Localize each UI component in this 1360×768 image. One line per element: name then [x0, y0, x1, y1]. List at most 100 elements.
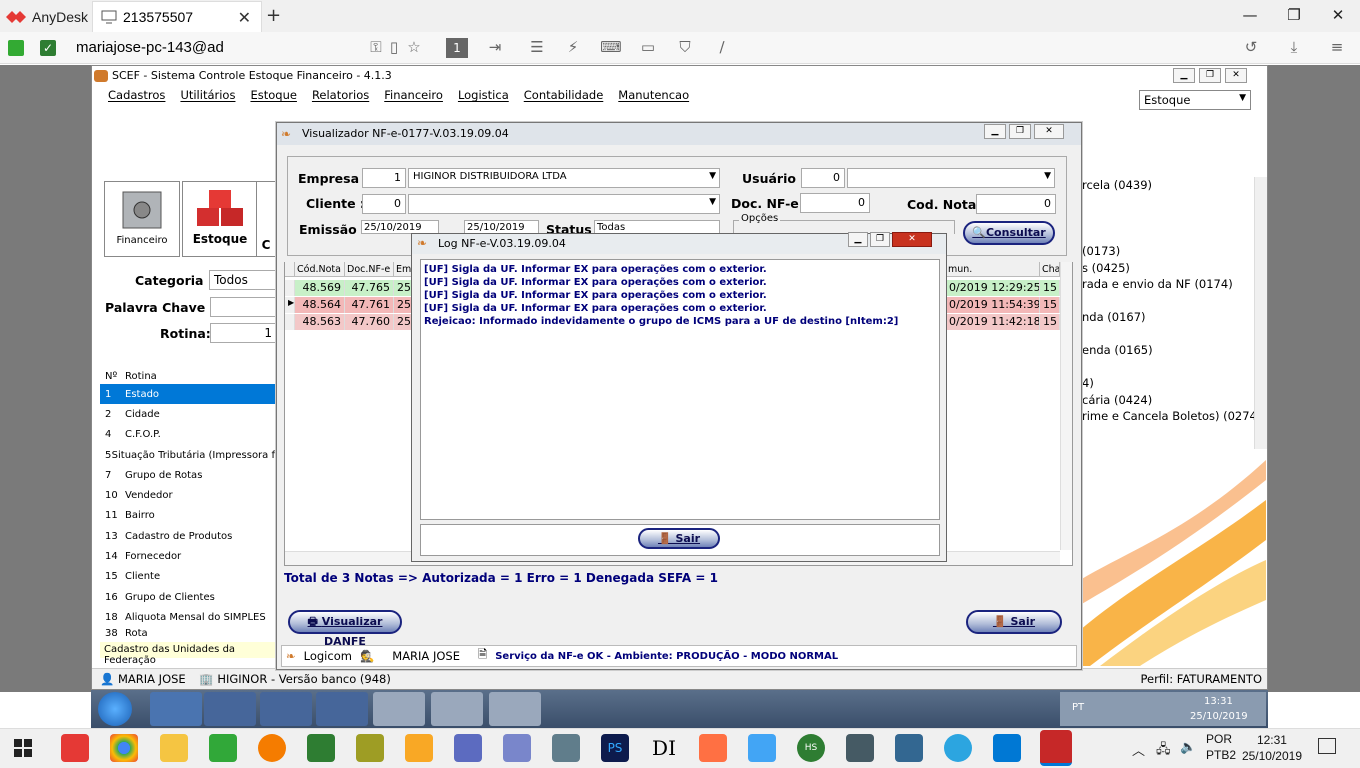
app11-taskbar-icon[interactable]	[846, 734, 874, 762]
postgres-taskbar-icon[interactable]	[895, 734, 923, 762]
list-item[interactable]: 4 C.F.O.P.	[100, 425, 275, 445]
list-item[interactable]: 13 Cadastro de Produtos	[100, 526, 275, 546]
remote-scef-icon[interactable]	[373, 692, 425, 726]
session-tab[interactable]: 213575507 ✕	[92, 1, 262, 32]
list-item[interactable]: 18 Aliquota Mensal do SIMPLES	[100, 607, 275, 627]
list-item[interactable]: 2 Cidade	[100, 404, 275, 424]
list-item[interactable]: 5 Situação Tributária (Impressora f	[100, 445, 275, 465]
list-item[interactable]: 11 Bairro	[100, 506, 275, 526]
codnota-input[interactable]: 0	[976, 194, 1056, 214]
financeiro-button[interactable]: Financeiro	[104, 181, 180, 257]
usuario-code-input[interactable]: 0	[801, 168, 845, 188]
chat-icon[interactable]: ☰	[526, 38, 548, 58]
third-module-button[interactable]: C	[256, 181, 276, 257]
list-item[interactable]: 7 Grupo de Rotas	[100, 465, 275, 485]
download-icon[interactable]: ⤓	[1283, 38, 1305, 58]
file-icon[interactable]: ▯	[383, 38, 405, 58]
grid-header-docnfe[interactable]: Doc.NF-e	[345, 262, 394, 277]
remote-start-button[interactable]	[98, 692, 132, 726]
list-item[interactable]: 15 Cliente	[100, 567, 275, 587]
menu-cadastros[interactable]: Cadastros	[108, 88, 165, 110]
list-item[interactable]: 1 Estado	[100, 384, 275, 405]
vscode-taskbar-icon[interactable]	[993, 734, 1021, 762]
history-icon[interactable]: ↺	[1240, 38, 1262, 58]
photoshop-taskbar-icon[interactable]: PS	[601, 734, 629, 762]
empresa-code-input[interactable]: 1	[362, 168, 406, 188]
right-list-item[interactable]: 4)	[1082, 375, 1261, 392]
log-messages[interactable]: [UF] Sigla da UF. Informar EX para opera…	[420, 259, 940, 520]
menu-contabilidade[interactable]: Contabilidade	[524, 88, 604, 110]
right-list-item[interactable]: enda (0165)	[1082, 342, 1261, 359]
menu-icon[interactable]: ≡	[1326, 38, 1348, 58]
new-tab-button[interactable]: +	[266, 5, 281, 26]
scef-restore-icon[interactable]: ❐	[1199, 68, 1221, 83]
scef-minimize-icon[interactable]: ▁	[1173, 68, 1195, 83]
volume-icon[interactable]: 🔈	[1180, 740, 1196, 755]
app7-taskbar-icon[interactable]	[503, 734, 531, 762]
log-sair-button[interactable]: 🚪 Sair	[638, 528, 720, 549]
scef-close-icon[interactable]: ✕	[1225, 68, 1247, 83]
log-minimize-icon[interactable]: ▁	[848, 232, 868, 247]
keyboard-icon[interactable]: ⌨	[600, 38, 622, 58]
close-icon[interactable]: ✕	[1316, 0, 1360, 32]
status-select[interactable]: Todas	[594, 220, 720, 234]
app4-taskbar-icon[interactable]	[356, 734, 384, 762]
star-icon[interactable]: ☆	[403, 38, 425, 58]
app-taskbar-icon[interactable]	[209, 734, 237, 762]
pen-icon[interactable]: ∕	[711, 38, 733, 58]
app6-taskbar-icon[interactable]	[454, 734, 482, 762]
remote-ie-icon[interactable]	[150, 692, 202, 726]
chrome-taskbar-icon[interactable]	[110, 734, 138, 762]
remote-anydesk-icon[interactable]	[431, 692, 483, 726]
right-list-item[interactable]: nda (0167)	[1082, 309, 1261, 326]
cliente-select[interactable]: ▼	[408, 194, 720, 214]
nfe-minimize-icon[interactable]: ▁	[984, 124, 1006, 139]
nfe-sair-button[interactable]: 🚪 Sair	[966, 610, 1062, 634]
right-list-item[interactable]: rada e envio da NF (0174)	[1082, 276, 1261, 293]
docnfe-input[interactable]: 0	[800, 193, 870, 213]
hs-taskbar-icon[interactable]: HS	[797, 734, 825, 762]
app3-taskbar-icon[interactable]	[307, 734, 335, 762]
remote-media-icon[interactable]	[204, 692, 256, 726]
right-list-item[interactable]: (0173)	[1082, 243, 1261, 260]
right-list-item[interactable]: rcela (0439)	[1082, 177, 1261, 194]
explorer-taskbar-icon[interactable]	[160, 734, 188, 762]
tray-chevron-icon[interactable]: ︿	[1132, 740, 1145, 759]
anydesk-taskbar-icon[interactable]	[61, 734, 89, 762]
grid-row[interactable]: 48.563 47.760 25	[285, 314, 415, 330]
restore-icon[interactable]: ❐	[1272, 0, 1316, 32]
list-item[interactable]: 16 Grupo de Clientes	[100, 587, 275, 607]
app10-taskbar-icon[interactable]	[748, 734, 776, 762]
menu-estoque[interactable]: Estoque	[250, 88, 296, 110]
log-restore-icon[interactable]: ❐	[870, 232, 890, 247]
list-item[interactable]: 14 Fornecedor	[100, 546, 275, 566]
nfe-restore-icon[interactable]: ❐	[1009, 124, 1031, 139]
di-taskbar-icon[interactable]: DI	[650, 734, 678, 762]
categoria-select[interactable]: Todos	[209, 270, 276, 290]
remote-time[interactable]: 13:31	[1204, 696, 1233, 707]
grid-vertical-scrollbar[interactable]	[1060, 262, 1072, 550]
minimize-icon[interactable]: —	[1228, 0, 1272, 32]
actions-icon[interactable]: ⚡	[562, 38, 584, 58]
estoque-button[interactable]: Estoque	[182, 181, 258, 257]
privacy-icon[interactable]: ⛉	[674, 38, 696, 58]
hd-taskbar-icon[interactable]	[1040, 730, 1072, 766]
grid-row[interactable]: 48.569 47.765 25	[285, 280, 415, 296]
list-item[interactable]: 10 Vendedor	[100, 485, 275, 505]
right-scrollbar[interactable]	[1254, 177, 1267, 449]
rotina-input[interactable]: 1	[210, 323, 276, 343]
notifications-icon[interactable]	[1318, 738, 1336, 754]
nfe-close-icon[interactable]: ✕	[1034, 124, 1064, 139]
anydesk-logo[interactable]: AnyDesk	[6, 7, 88, 27]
remote-logicom-icon[interactable]	[489, 692, 541, 726]
close-tab-icon[interactable]: ✕	[238, 8, 251, 28]
display-badge[interactable]: 1	[446, 38, 468, 58]
emissao-from-input[interactable]: 25/10/2019	[361, 220, 439, 234]
app8-taskbar-icon[interactable]	[552, 734, 580, 762]
remote-chrome-icon[interactable]	[316, 692, 368, 726]
menu-logistica[interactable]: Logistica	[458, 88, 509, 110]
list-item[interactable]: 38 Rota	[100, 628, 275, 638]
grid-header-municipio[interactable]: mun.	[946, 262, 1040, 277]
empresa-select[interactable]: HIGINOR DISTRIBUIDORA LTDA ▼	[408, 168, 720, 188]
display-icon[interactable]: ▭	[637, 38, 659, 58]
